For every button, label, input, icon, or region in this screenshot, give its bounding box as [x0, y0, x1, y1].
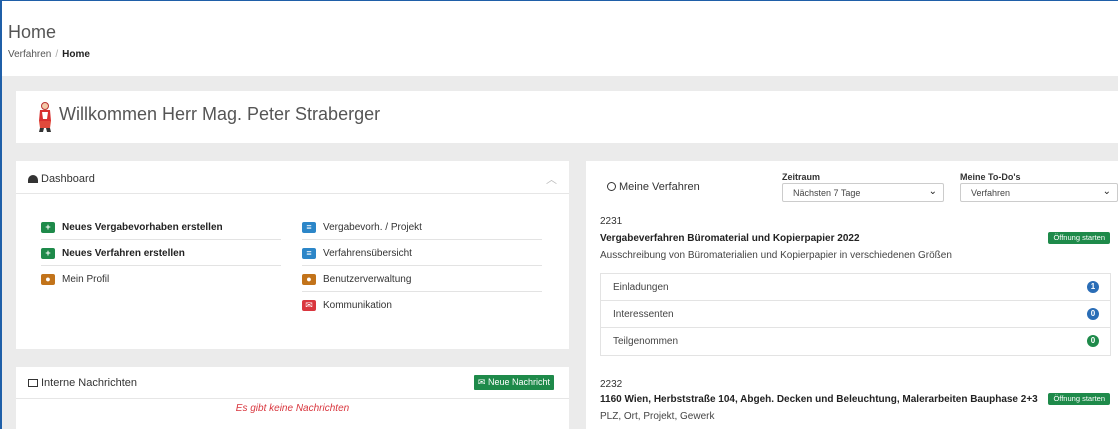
link-label: Vergabevorh. / Projekt — [323, 221, 422, 233]
verfahren-title-link[interactable]: 1160 Wien, Herbststraße 104, Abgeh. Deck… — [600, 394, 1038, 405]
stat-label: Interessenten — [613, 309, 674, 320]
link-label: Neues Verfahren erstellen — [62, 247, 185, 259]
link-neues-vergabevorhaben[interactable]: + Neues Vergabevorhaben erstellen — [41, 215, 281, 240]
messages-header: Interne Nachrichten ✉ Neue Nachricht — [16, 367, 569, 399]
list-icon: ≡ — [302, 247, 316, 259]
stat-row-teilgenommen[interactable]: Teilgenommen 0 — [601, 328, 1110, 355]
page-header: Home Verfahren / Home — [2, 1, 1118, 76]
link-mein-profil[interactable]: ● Mein Profil — [41, 267, 281, 292]
verfahren-number: 2231 — [600, 216, 623, 227]
link-label: Kommunikation — [323, 300, 392, 311]
messages-panel: Interne Nachrichten ✉ Neue Nachricht Es … — [16, 367, 569, 429]
link-neues-verfahren[interactable]: + Neues Verfahren erstellen — [41, 241, 281, 266]
oeffnung-starten-button[interactable]: Öffnung starten — [1048, 232, 1110, 244]
todos-label: Meine To-Do's — [960, 172, 1021, 182]
user-icon: ● — [41, 274, 55, 285]
link-kommunikation[interactable]: ✉ Kommunikation — [302, 293, 542, 318]
dashboard-title: Dashboard — [41, 173, 95, 185]
users-icon: ● — [302, 273, 316, 285]
link-label: Neues Vergabevorhaben erstellen — [62, 221, 223, 233]
new-message-label: Neue Nachricht — [487, 377, 550, 387]
count-badge: 1 — [1087, 281, 1099, 293]
mascot-logo-icon — [39, 102, 51, 132]
link-verfahrensuebersicht[interactable]: ≡ Verfahrensübersicht — [302, 241, 542, 266]
plus-icon: + — [41, 247, 55, 259]
todos-select[interactable]: Verfahren ⌄ — [960, 183, 1118, 202]
link-label: Mein Profil — [62, 274, 110, 285]
verfahren-title: Meine Verfahren — [607, 181, 700, 193]
dashboard-gauge-icon — [28, 175, 38, 183]
welcome-text: Willkommen Herr Mag. Peter Straberger — [59, 104, 381, 124]
verfahren-panel: Meine Verfahren Zeitraum Nächsten 7 Tage… — [586, 161, 1118, 429]
stat-label: Teilgenommen — [613, 336, 679, 347]
chevron-down-icon: ⌄ — [928, 186, 937, 197]
list-icon: ≡ — [302, 221, 316, 233]
messages-title: Interne Nachrichten — [41, 377, 137, 389]
link-label: Benutzerverwaltung — [323, 273, 412, 285]
todos-value: Verfahren — [971, 188, 1011, 198]
verfahren-description: Ausschreibung von Büromaterialien und Ko… — [600, 250, 952, 261]
link-vergabevorhaben-projekt[interactable]: ≡ Vergabevorh. / Projekt — [302, 215, 542, 240]
stat-label: Einladungen — [613, 282, 669, 293]
stat-row-interessenten[interactable]: Interessenten 0 — [601, 301, 1110, 328]
verfahren-title-link[interactable]: Vergabeverfahren Büromaterial und Kopier… — [600, 233, 860, 244]
no-messages-text: Es gibt keine Nachrichten — [235, 403, 350, 414]
link-benutzerverwaltung[interactable]: ● Benutzerverwaltung — [302, 267, 542, 292]
dashboard-header[interactable]: Dashboard ︿ — [16, 161, 569, 194]
envelope-icon: ✉ — [302, 300, 316, 311]
verfahren-header: Meine Verfahren Zeitraum Nächsten 7 Tage… — [586, 161, 1118, 209]
dashboard-panel: Dashboard ︿ + Neues Vergabevorhaben erst… — [16, 161, 569, 349]
oeffnung-starten-button[interactable]: Öffnung starten — [1048, 393, 1110, 405]
zeitraum-select[interactable]: Nächsten 7 Tage ⌄ — [782, 183, 944, 202]
verfahren-stats: Einladungen 1 Interessenten 0 Teilgenomm… — [600, 273, 1111, 356]
stat-row-einladungen[interactable]: Einladungen 1 — [601, 274, 1110, 301]
breadcrumb-verfahren[interactable]: Verfahren — [8, 49, 51, 60]
count-badge: 0 — [1087, 308, 1099, 320]
verfahren-title-text: Meine Verfahren — [619, 181, 700, 193]
new-message-button[interactable]: ✉ Neue Nachricht — [473, 375, 554, 390]
link-label: Verfahrensübersicht — [323, 247, 412, 259]
breadcrumb: Verfahren / Home — [8, 49, 90, 60]
clock-icon — [607, 182, 616, 191]
zeitraum-value: Nächsten 7 Tage — [793, 188, 861, 198]
verfahren-number: 2232 — [600, 379, 623, 390]
verfahren-description: PLZ, Ort, Projekt, Gewerk — [600, 411, 715, 422]
chevron-up-icon[interactable]: ︿ — [546, 171, 557, 187]
breadcrumb-home: Home — [62, 49, 90, 60]
zeitraum-label: Zeitraum — [782, 172, 821, 182]
page-title: Home — [8, 22, 57, 42]
welcome-banner: Willkommen Herr Mag. Peter Straberger — [16, 91, 1118, 143]
count-badge: 0 — [1087, 335, 1099, 347]
plus-icon: + — [41, 221, 55, 233]
chevron-down-icon: ⌄ — [1102, 186, 1111, 197]
envelope-icon — [28, 379, 38, 387]
